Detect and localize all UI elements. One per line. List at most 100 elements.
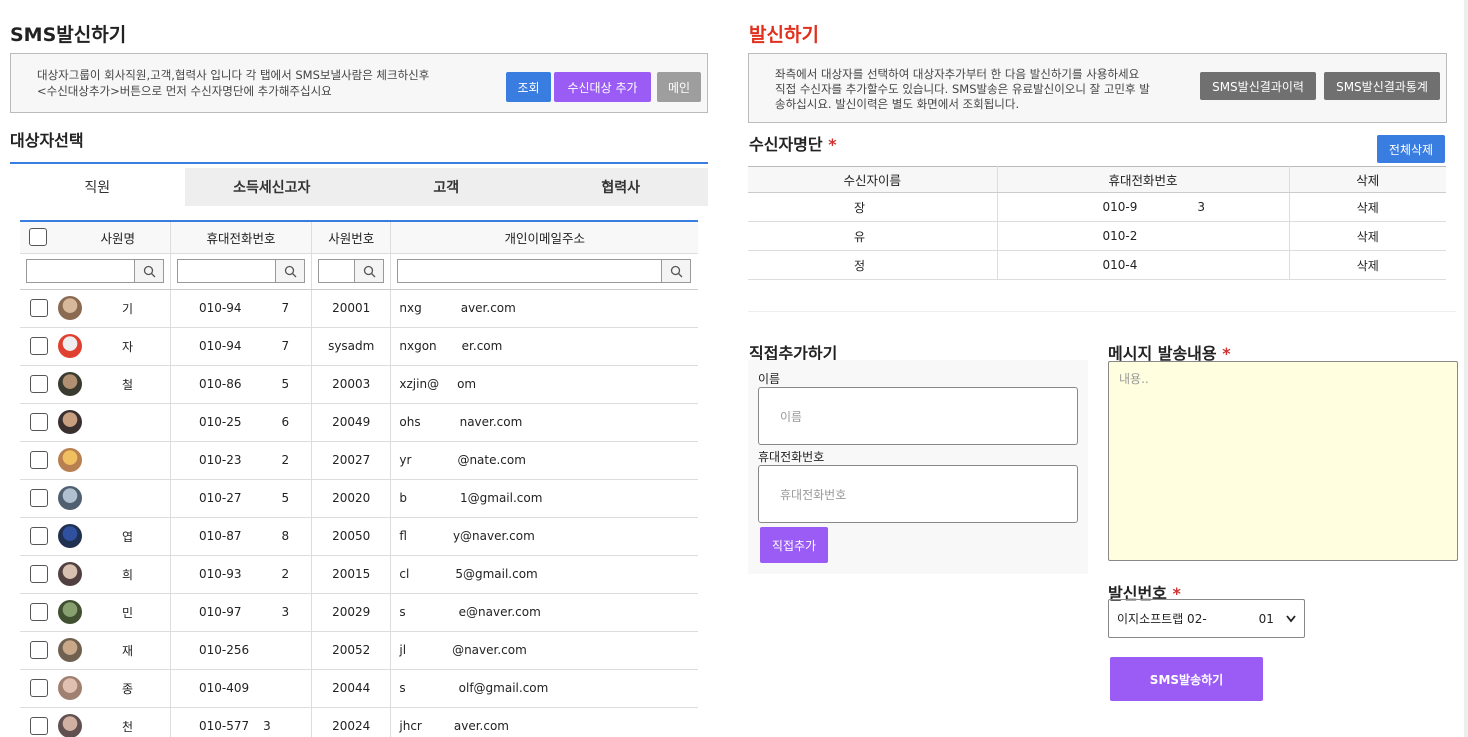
row-checkbox[interactable] — [30, 527, 48, 545]
table-row[interactable]: 엽 010-87 8 20050 fl y@naver.com — [20, 517, 698, 556]
left-title: SMS발신하기 — [10, 24, 127, 46]
recipient-delete-button[interactable]: 삭제 — [1289, 192, 1446, 222]
recipient-phone-text: 010-4 — [1102, 258, 1138, 272]
direct-add-panel: 이름 이름 휴대전화번호 휴대전화번호 직접추가 — [748, 360, 1088, 574]
employee-name: 종 — [122, 681, 134, 696]
cell-empno: sysadm — [311, 327, 392, 366]
recipient-phone-text: 010-9 — [1102, 200, 1138, 214]
cell-name: 천 — [20, 707, 171, 737]
left-notice-line2: <수신대상추가>버튼으로 먼저 수신자명단에 추가해주십시요 — [37, 84, 332, 98]
employee-email: xzjin@ — [399, 377, 440, 391]
send-sms-button[interactable]: SMS발송하기 — [1110, 657, 1263, 701]
phone-filter-input[interactable] — [177, 259, 275, 283]
recipient-delete-button[interactable]: 삭제 — [1289, 221, 1446, 251]
recipients-table: 수신자이름 휴대전화번호 삭제 장 010-9 3 삭제 유 010-2 삭제 정 0… — [748, 166, 1446, 280]
row-checkbox[interactable] — [30, 299, 48, 317]
col-recipient-phone: 휴대전화번호 — [997, 166, 1290, 193]
recipient-row: 정 010-4 삭제 — [748, 250, 1446, 280]
search-icon[interactable] — [661, 259, 692, 283]
row-checkbox[interactable] — [30, 375, 48, 393]
row-checkbox[interactable] — [30, 679, 48, 697]
cell-name: 민 — [20, 593, 171, 632]
cell-phone: 010-87 8 — [170, 517, 312, 556]
employee-email-tail: @naver.com — [452, 643, 527, 657]
row-checkbox[interactable] — [30, 603, 48, 621]
table-row[interactable]: 010-27 5 20020 b 1@gmail.com — [20, 479, 698, 518]
recipient-name-text: 장 — [854, 200, 866, 215]
message-textarea[interactable]: 내용.. — [1108, 361, 1458, 561]
row-checkbox[interactable] — [30, 337, 48, 355]
table-row[interactable]: 희 010-93 2 20015 cl 5@gmail.com — [20, 555, 698, 594]
empno-filter-input[interactable] — [318, 259, 354, 283]
name-filter-input[interactable] — [26, 259, 134, 283]
row-checkbox[interactable] — [30, 413, 48, 431]
phone-input[interactable]: 휴대전화번호 — [758, 465, 1078, 523]
sms-history-button[interactable]: SMS발신결과이력 — [1200, 72, 1316, 100]
recipient-phone: 010-2 — [997, 221, 1290, 251]
right-notice: 좌측에서 대상자를 선택하여 대상자추가부터 한 다음 발신하기를 사용하세요 … — [748, 53, 1447, 123]
row-checkbox[interactable] — [30, 451, 48, 469]
table-row[interactable]: 민 010-97 3 20029 s e@naver.com — [20, 593, 698, 632]
table-row[interactable]: 기 010-94 7 20001 nxg aver.com — [20, 289, 698, 328]
cell-empno: 20049 — [311, 403, 392, 442]
row-checkbox[interactable] — [30, 565, 48, 583]
cell-phone: 010-256 — [170, 631, 312, 670]
avatar — [58, 600, 82, 624]
sender-selected-tail: 01 — [1258, 612, 1274, 626]
tab-income-tax[interactable]: 소득세신고자 — [184, 168, 359, 206]
row-checkbox[interactable] — [30, 717, 48, 735]
email-filter-input[interactable] — [397, 259, 662, 283]
employee-email: nxg — [399, 301, 422, 315]
table-row[interactable]: 010-25 6 20049 ohs naver.com — [20, 403, 698, 442]
delete-all-button[interactable]: 전체삭제 — [1377, 135, 1445, 163]
tab-customer[interactable]: 고객 — [359, 168, 534, 206]
recipient-name: 정 — [748, 250, 998, 280]
search-icon[interactable] — [354, 259, 384, 283]
col-recipient-delete: 삭제 — [1289, 166, 1446, 193]
employee-phone-tail: 5 — [281, 377, 290, 391]
table-row[interactable]: 철 010-86 5 20003 xzjin@ om — [20, 365, 698, 404]
search-icon[interactable] — [134, 259, 164, 283]
sender-select[interactable]: 이지소프트랩 02- 01 — [1108, 599, 1305, 638]
scrollbar[interactable] — [1464, 0, 1468, 737]
search-button[interactable]: 조회 — [506, 72, 551, 102]
add-target-button[interactable]: 수신대상 추가 — [554, 72, 651, 102]
direct-add-button[interactable]: 직접추가 — [760, 527, 828, 563]
cell-empno: 20027 — [311, 441, 392, 480]
cell-email: nxgon er.com — [390, 327, 698, 366]
employee-name: 엽 — [122, 529, 134, 544]
sms-stats-button[interactable]: SMS발신결과통계 — [1324, 72, 1440, 100]
row-checkbox[interactable] — [30, 641, 48, 659]
row-checkbox[interactable] — [30, 489, 48, 507]
tab-staff[interactable]: 직원 — [10, 168, 185, 206]
cell-email: jl @naver.com — [390, 631, 698, 670]
col-recipient-name: 수신자이름 — [748, 166, 998, 193]
cell-name — [20, 479, 171, 518]
recipient-delete-button[interactable]: 삭제 — [1289, 250, 1446, 280]
employee-phone: 010-94 — [199, 301, 242, 315]
left-notice-line1: 대상자그룹이 회사직원,고객,협력사 입니다 각 탭에서 SMS보낼사람은 체크… — [37, 68, 430, 82]
table-row[interactable]: 자 010-94 7 sysadm nxgon er.com — [20, 327, 698, 366]
avatar — [58, 372, 82, 396]
cell-empno: 20015 — [311, 555, 392, 594]
employee-email: yr — [399, 453, 412, 467]
employee-email: s — [399, 605, 406, 619]
cell-email: cl 5@gmail.com — [390, 555, 698, 594]
right-notice-line2: 직접 수신자를 추가할수도 있습니다. SMS발송은 유료발신이오니 잘 고민후… — [775, 82, 1150, 96]
search-icon[interactable] — [275, 259, 305, 283]
main-button[interactable]: 메인 — [657, 72, 701, 102]
cell-phone: 010-23 2 — [170, 441, 312, 480]
tab-partner[interactable]: 협력사 — [533, 168, 708, 206]
select-all-checkbox[interactable] — [29, 228, 47, 247]
table-row[interactable]: 종 010-409 20044 s olf@gmail.com — [20, 669, 698, 708]
employee-email: nxgon — [399, 339, 437, 353]
employee-email: jhcr — [399, 719, 422, 733]
employee-email: s — [399, 681, 406, 695]
table-row[interactable]: 010-23 2 20027 yr @nate.com — [20, 441, 698, 480]
avatar — [58, 448, 82, 472]
employee-phone: 010-86 — [199, 377, 242, 391]
name-input[interactable]: 이름 — [758, 387, 1078, 445]
table-row[interactable]: 재 010-256 20052 jl @naver.com — [20, 631, 698, 670]
table-row[interactable]: 천 010-577 3 20024 jhcr aver.com — [20, 707, 698, 737]
employee-phone: 010-409 — [199, 681, 250, 695]
